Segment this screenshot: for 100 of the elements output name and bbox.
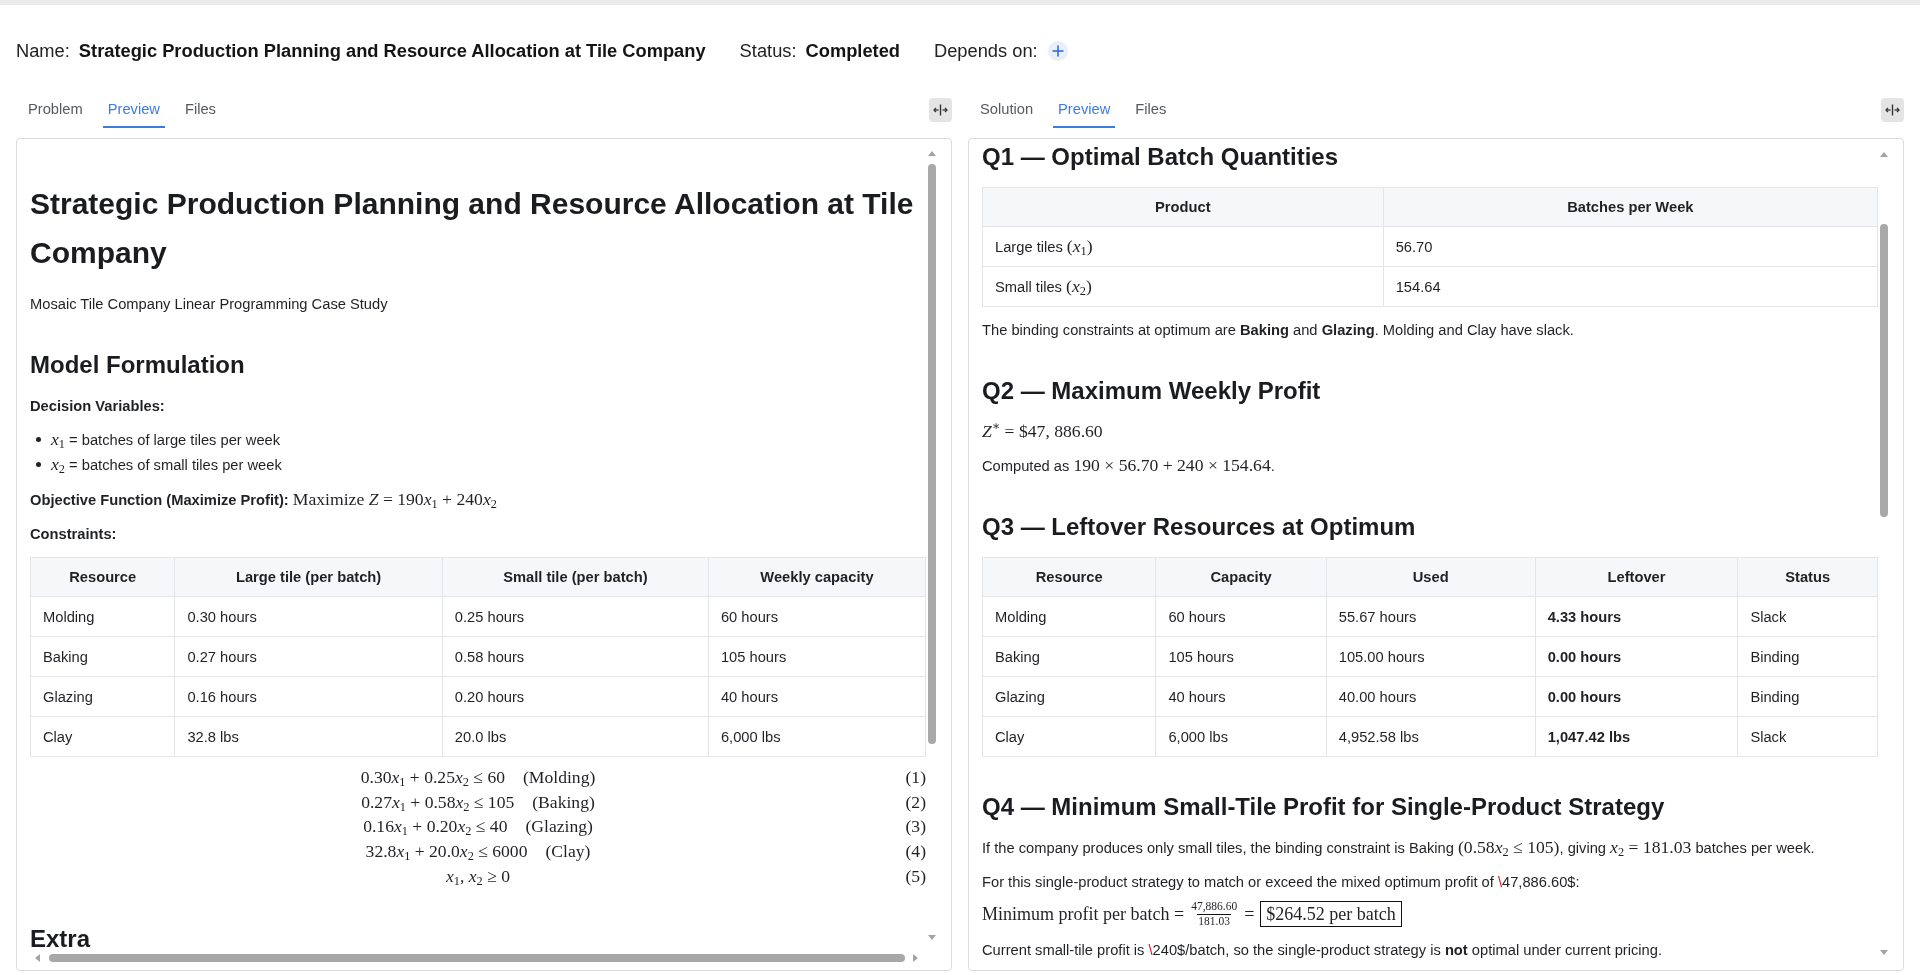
column-header: Large tile (per batch): [174, 557, 443, 597]
paragraph: Z$^{∗}$ = $47, 886.60: [982, 421, 1104, 443]
column-header: Weekly capacity: [708, 557, 926, 597]
table-cell: 0.27 hours: [174, 636, 443, 677]
scroll-up-arrow-icon[interactable]: [928, 150, 936, 156]
section-heading: Q4 — Minimum Small-Tile Profit for Single-Product Strategy: [982, 793, 1666, 821]
table-cell: Molding: [30, 596, 175, 637]
table-cell: 6,000 lbs: [708, 716, 926, 757]
paragraph: Mosaic Tile Company Linear Programming Case Study: [30, 295, 389, 314]
paragraph: Computed as 190 × 56.70 + 240 × 154.64.: [982, 455, 1276, 477]
table-cell: 55.67 hours: [1326, 596, 1536, 637]
table-cell: Glazing: [30, 676, 175, 717]
section-heading: Q3 — Leftover Resources at Optimum: [982, 513, 1417, 541]
equation: 32.8x$_{1}$ + 20.0x$_{2}$ ≤ 6000 (Clay): [365, 841, 591, 863]
table-cell: 32.8 lbs: [174, 716, 443, 757]
table-cell: 0.30 hours: [174, 596, 443, 637]
tab[interactable]: Problem: [23, 92, 88, 128]
table-cell: 4,952.58 lbs: [1326, 716, 1536, 757]
list-item-text: x$_{1}$ = batches of large tiles per week: [51, 430, 281, 449]
table-cell: Binding: [1737, 636, 1878, 677]
table-cell: 0.20 hours: [442, 676, 709, 717]
table-cell: 4.33 hours: [1535, 596, 1738, 637]
equation-number: (3): [905, 816, 926, 838]
equation-number: (4): [905, 841, 926, 863]
table-cell: Large tiles (x$_{1}$): [982, 226, 1384, 267]
equation: 0.16x$_{1}$ + 0.20x$_{2}$ ≤ 40 (Glazing): [363, 816, 593, 838]
table-cell: Molding: [982, 596, 1156, 637]
table-cell: 0.25 hours: [442, 596, 709, 637]
table-cell: Slack: [1737, 716, 1878, 757]
table-cell: 0.16 hours: [174, 676, 443, 717]
table-cell: 40.00 hours: [1326, 676, 1536, 717]
status-value: Completed: [805, 40, 900, 62]
column-header: Product: [982, 187, 1384, 227]
resize-panel-button[interactable]: [1881, 98, 1904, 122]
equation: 0.30x$_{1}$ + 0.25x$_{2}$ ≤ 60 (Molding): [360, 766, 596, 788]
task-name: Strategic Production Planning and Resource Allocation at Tile Company: [78, 40, 706, 62]
equation-number: (2): [905, 791, 926, 813]
scroll-down-arrow-icon[interactable]: [928, 934, 936, 940]
table-cell: 154.64: [1383, 266, 1878, 307]
scrollbar-thumb[interactable]: [49, 954, 905, 962]
resize-panel-button[interactable]: [929, 98, 952, 122]
table-cell: 0.00 hours: [1535, 636, 1738, 677]
section-heading: Q2 — Maximum Weekly Profit: [982, 377, 1322, 405]
subheading: Decision Variables:: [30, 397, 166, 416]
table-cell: 105 hours: [1155, 636, 1327, 677]
scrollbar-thumb[interactable]: [928, 164, 936, 744]
plus-icon: [1047, 41, 1068, 61]
table-cell: 0.58 hours: [442, 636, 709, 677]
bullet-icon: [36, 462, 41, 467]
table-cell: 40 hours: [708, 676, 926, 717]
section-heading: Q1 — Optimal Batch Quantities: [982, 143, 1340, 171]
table-cell: 60 hours: [708, 596, 926, 637]
tab[interactable]: Preview: [102, 92, 165, 128]
tab[interactable]: Files: [1130, 92, 1172, 128]
scroll-up-arrow-icon[interactable]: [1880, 151, 1888, 157]
scroll-left-arrow-icon[interactable]: [35, 954, 40, 962]
table-cell: 6,000 lbs: [1155, 716, 1327, 757]
scrollbar-thumb[interactable]: [1880, 224, 1888, 517]
column-header: Leftover: [1535, 557, 1738, 597]
paragraph: If the company produces only small tiles, the binding constraint is Baking (0.58x$_{2}$ ≤ 105), giving x$_{2}$ = 181.03 batches per week.: [982, 837, 1816, 859]
table-cell: 105 hours: [708, 636, 926, 677]
section-heading: Model Formulation: [30, 351, 246, 379]
paragraph: The binding constraints at optimum are Baking and Glazing. Molding and Clay have slack.: [982, 321, 1575, 340]
column-header: Resource: [30, 557, 175, 597]
column-header: Used: [1326, 557, 1536, 597]
scroll-right-arrow-icon[interactable]: [913, 954, 918, 962]
table-cell: Slack: [1737, 596, 1878, 637]
status-label: Status:: [739, 40, 797, 62]
column-header: Resource: [982, 557, 1156, 597]
list-item-text: x$_{2}$ = batches of small tiles per week: [51, 455, 282, 474]
table-cell: 0.00 hours: [1535, 676, 1738, 717]
paragraph: Objective Function (Maximize Profit): Maximize Z = 190x$_{1}$ + 240x$_{2}$: [30, 489, 498, 511]
table-cell: Small tiles (x$_{2}$): [982, 266, 1384, 307]
equation: x$_{1}$, x$_{2}$ ≥ 0: [446, 866, 510, 888]
section-heading: Extra: [30, 925, 92, 953]
equation: 0.27x$_{1}$ + 0.58x$_{2}$ ≤ 105 (Baking): [361, 791, 595, 813]
subheading: Constraints:: [30, 525, 118, 544]
column-header: Capacity: [1155, 557, 1327, 597]
equation-number: (1): [905, 766, 926, 788]
table-cell: Clay: [982, 716, 1156, 757]
bullet-icon: [36, 437, 41, 442]
scroll-down-arrow-icon[interactable]: [1880, 949, 1888, 955]
table-cell: 1,047.42 lbs: [1535, 716, 1738, 757]
table-cell: Glazing: [982, 676, 1156, 717]
depends-on-label: Depends on:: [934, 40, 1038, 62]
document-title: Strategic Production Planning and Resource Allocation at Tile Company: [30, 186, 915, 271]
tab[interactable]: Solution: [975, 92, 1039, 128]
add-dependency-button[interactable]: [1047, 41, 1068, 61]
tab[interactable]: Files: [179, 92, 221, 128]
table-cell: Clay: [30, 716, 175, 757]
tab[interactable]: Preview: [1053, 92, 1116, 128]
table-cell: Baking: [982, 636, 1156, 677]
column-header: Batches per Week: [1383, 187, 1878, 227]
table-cell: Binding: [1737, 676, 1878, 717]
table-cell: 20.0 lbs: [442, 716, 709, 757]
equation-number: (5): [905, 866, 926, 888]
name-label: Name:: [16, 40, 70, 62]
table-cell: 56.70: [1383, 226, 1878, 267]
column-header: Status: [1737, 557, 1878, 597]
column-header: Small tile (per batch): [442, 557, 709, 597]
